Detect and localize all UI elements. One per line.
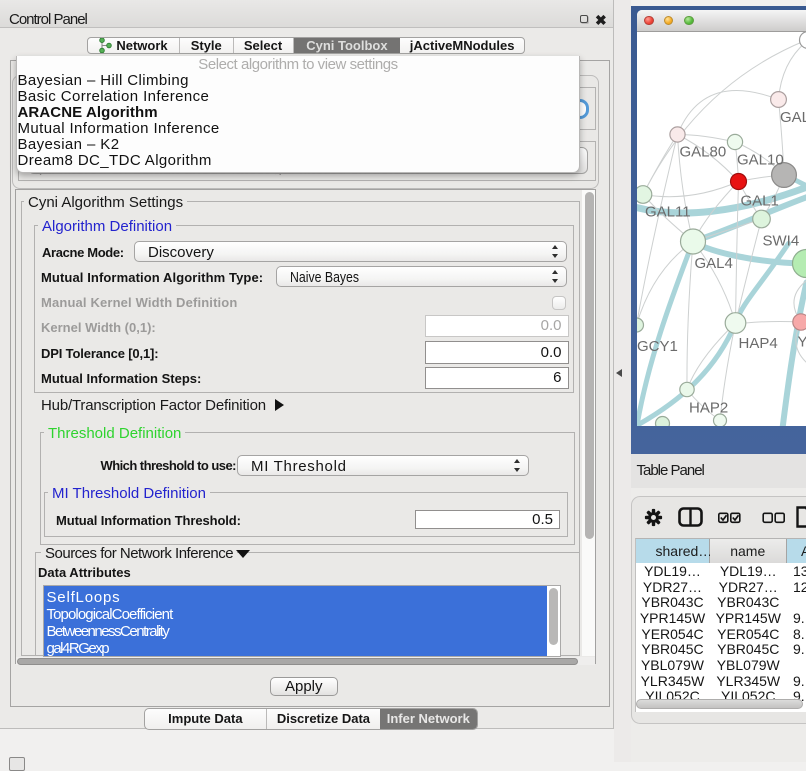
svg-text:GCY1: GCY1 [637,338,678,355]
svg-text:Y: Y [797,333,806,350]
svg-text:HAP2: HAP2 [689,399,728,416]
svg-text:GAL: GAL [780,109,806,126]
svg-text:GAL1: GAL1 [740,192,778,209]
svg-text:GAL4: GAL4 [694,255,732,272]
svg-text:GAL10: GAL10 [737,151,784,168]
svg-text:GAL11: GAL11 [645,203,691,220]
svg-text:HAP4: HAP4 [738,334,777,351]
svg-text:GAL80: GAL80 [679,143,726,160]
svg-text:SWI4: SWI4 [762,232,799,249]
